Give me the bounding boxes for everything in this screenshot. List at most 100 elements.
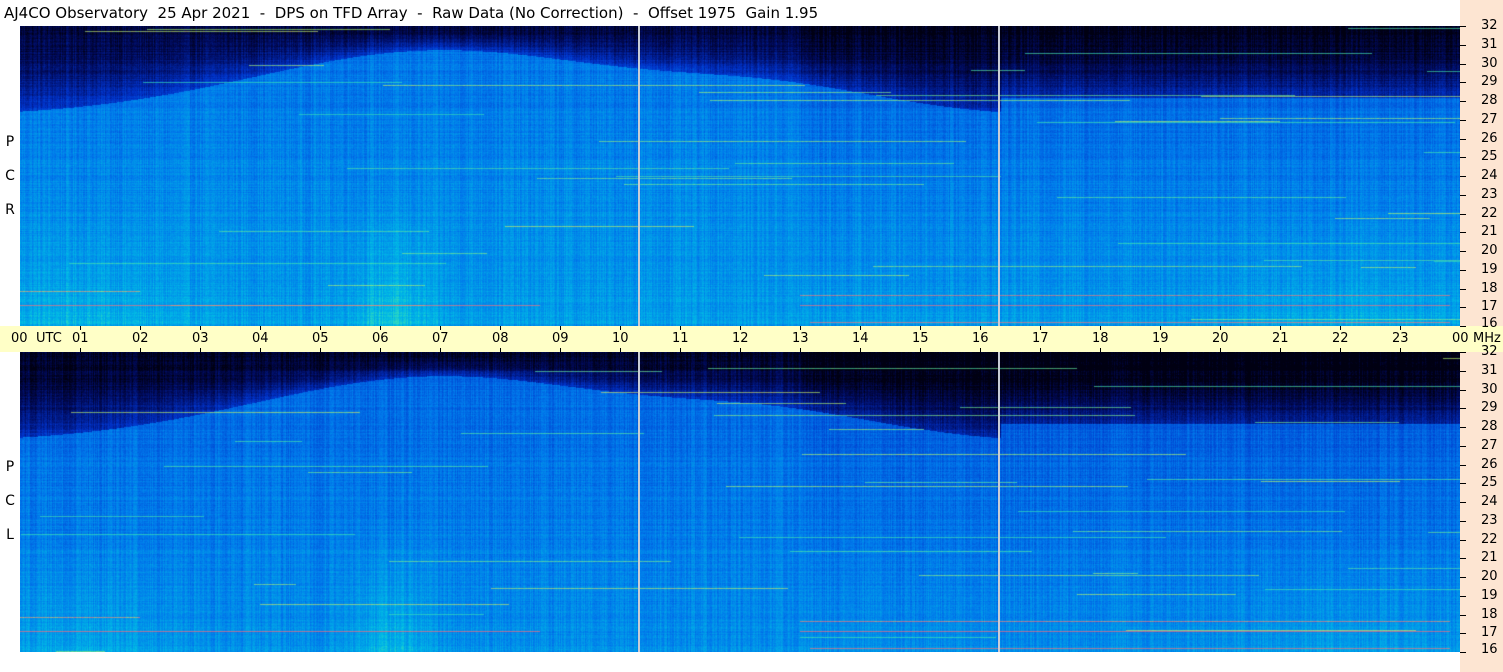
freq-tick-mark [1460,157,1466,159]
time-tick-mark [1400,348,1401,352]
time-tick-mark [1160,348,1161,352]
time-tick-label: 15 [912,331,929,346]
rcp-label: P C R [0,125,20,227]
time-tick-mark [1100,348,1101,352]
freq-tick-label-lcp: 19 [1481,587,1498,603]
time-tick-mark [1400,326,1401,330]
rcp-letter-r: R [5,202,15,218]
freq-tick-mark [1460,464,1466,466]
lcp-letter-c: C [5,493,15,509]
time-tick-label: 20 [1212,331,1229,346]
time-marker-line [998,352,1000,652]
time-tick-label: 01 [72,331,89,346]
time-tick-mark [620,326,621,330]
time-tick-label: 02 [132,331,149,346]
freq-tick-label-lcp: 32 [1481,344,1498,359]
time-tick-mark [980,326,981,330]
time-tick-label: 13 [792,331,809,346]
time-marker-line [638,352,640,652]
freq-tick-mark [1460,213,1466,215]
freq-tick-mark [1460,370,1466,372]
freq-tick-label-lcp: 17 [1481,625,1498,641]
time-tick-mark [800,348,801,352]
freq-tick-label-rcp: 29 [1481,74,1498,90]
freq-tick-mark [1460,539,1466,541]
freq-tick-label-lcp: 25 [1481,475,1498,491]
freq-tick-mark [1460,288,1466,290]
time-tick-label: 14 [852,331,869,346]
freq-tick-label-lcp: 26 [1481,456,1498,472]
time-tick-mark [320,326,321,330]
freq-tick-mark [1460,352,1466,353]
freq-tick-mark [1460,408,1466,410]
freq-tick-label-rcp: 27 [1481,111,1498,127]
time-tick-mark [680,348,681,352]
time-tick-mark [1220,326,1221,330]
freq-tick-mark [1460,445,1466,447]
freq-tick-label-rcp: 28 [1481,93,1498,108]
time-tick-mark [500,348,501,352]
time-tick-mark [980,348,981,352]
time-tick-mark [620,348,621,352]
freq-tick-label-lcp: 23 [1481,512,1498,528]
freq-tick-label-lcp: 31 [1481,362,1498,378]
time-tick-mark [920,348,921,352]
rcp-letter-p: P [5,134,15,150]
freq-tick-mark [1460,595,1466,597]
time-marker-line [998,26,1000,326]
time-tick-label: 22 [1332,331,1349,346]
time-tick-label: 12 [732,331,749,346]
time-tick-label: 18 [1092,331,1109,346]
freq-tick-mark [1460,427,1466,428]
lcp-spectrogram [20,352,1460,652]
lcp-heatmap-canvas [20,352,1460,652]
time-tick-mark [860,348,861,352]
time-tick-label: 06 [372,331,389,346]
time-tick-label: 00 [1452,331,1469,346]
freq-tick-label-rcp: 18 [1481,280,1498,296]
time-tick-mark [260,348,261,352]
freq-tick-mark [1460,44,1466,46]
rcp-heatmap-canvas [20,26,1460,326]
time-tick-mark [500,326,501,330]
time-tick-label: 03 [192,331,209,346]
time-tick-mark [860,326,861,330]
freq-tick-mark [1460,483,1466,485]
freq-tick-mark [1460,652,1466,653]
freq-tick-label-rcp: 19 [1481,261,1498,277]
freq-tick-mark [1460,502,1466,503]
freq-tick-label-lcp: 27 [1481,437,1498,453]
time-tick-label: 09 [552,331,569,346]
freq-tick-mark [1460,101,1466,102]
lcp-letter-l: L [6,527,14,543]
time-tick-label: 10 [612,331,629,346]
time-tick-mark [1280,326,1281,330]
freq-tick-mark [1460,63,1466,65]
time-tick-label: 08 [492,331,509,346]
freq-tick-mark [1460,194,1466,196]
freq-tick-mark [1460,577,1466,578]
freq-tick-mark [1460,82,1466,84]
rcp-letter-c: C [5,168,15,184]
freq-tick-label-rcp: 32 [1481,18,1498,33]
time-tick-label: 04 [252,331,269,346]
freq-tick-mark [1460,26,1466,27]
freq-tick-label-lcp: 16 [1481,642,1498,657]
freq-tick-mark [1460,520,1466,522]
time-tick-label: 19 [1152,331,1169,346]
freq-tick-mark [1460,307,1466,309]
time-tick-mark [560,326,561,330]
time-tick-mark [1040,348,1041,352]
time-tick-mark [380,348,381,352]
freq-tick-label-lcp: 29 [1481,400,1498,416]
freq-tick-mark [1460,326,1466,327]
freq-tick-mark [1460,269,1466,271]
freq-tick-label-lcp: 20 [1481,569,1498,584]
freq-tick-label-lcp: 21 [1481,550,1498,566]
freq-tick-label-lcp: 18 [1481,606,1498,622]
freq-tick-mark [1460,251,1466,252]
freq-tick-mark [1460,614,1466,616]
time-tick-label: 05 [312,331,329,346]
time-tick-mark [80,348,81,352]
time-tick-mark [1040,326,1041,330]
